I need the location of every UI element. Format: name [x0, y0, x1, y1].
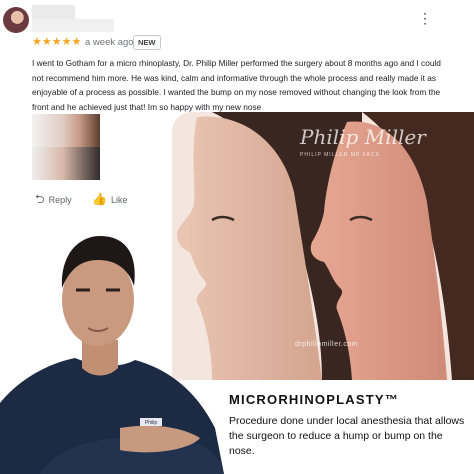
reviewer-name-redacted	[32, 5, 75, 19]
reviewer-meta-redacted	[32, 19, 114, 32]
thumbs-up-icon: 👍	[92, 192, 107, 206]
procedure-title: MICRORHINOPLASTY™	[229, 392, 399, 407]
new-badge: NEW	[133, 35, 161, 50]
watermark-subtitle: PHILIP MILLER MD FACS	[300, 152, 380, 158]
watermark-website: drphilipmiller.com	[295, 341, 359, 348]
procedure-description: Procedure done under local anesthesia th…	[229, 415, 465, 457]
reply-button[interactable]: ⮌ Reply	[35, 192, 72, 207]
doctor-portrait: Philip	[0, 228, 224, 474]
reply-arrow-icon: ⮌	[35, 192, 45, 206]
review-photo-1[interactable]	[32, 114, 100, 147]
more-vert-icon[interactable]: ⋮	[418, 9, 432, 27]
like-button[interactable]: 👍 Like	[92, 192, 127, 207]
review-photo-2[interactable]	[32, 147, 100, 180]
reviewer-avatar[interactable]	[3, 7, 29, 33]
review-time: a week ago	[85, 37, 134, 48]
review-text: I went to Gotham for a micro rhinoplasty…	[32, 58, 441, 112]
like-label: Like	[110, 195, 128, 205]
scrubs-name-badge: Philip	[145, 420, 157, 426]
reply-label: Reply	[48, 195, 72, 205]
watermark-signature: Philip Miller	[300, 125, 426, 149]
star-rating: ★★★★★	[32, 36, 82, 48]
